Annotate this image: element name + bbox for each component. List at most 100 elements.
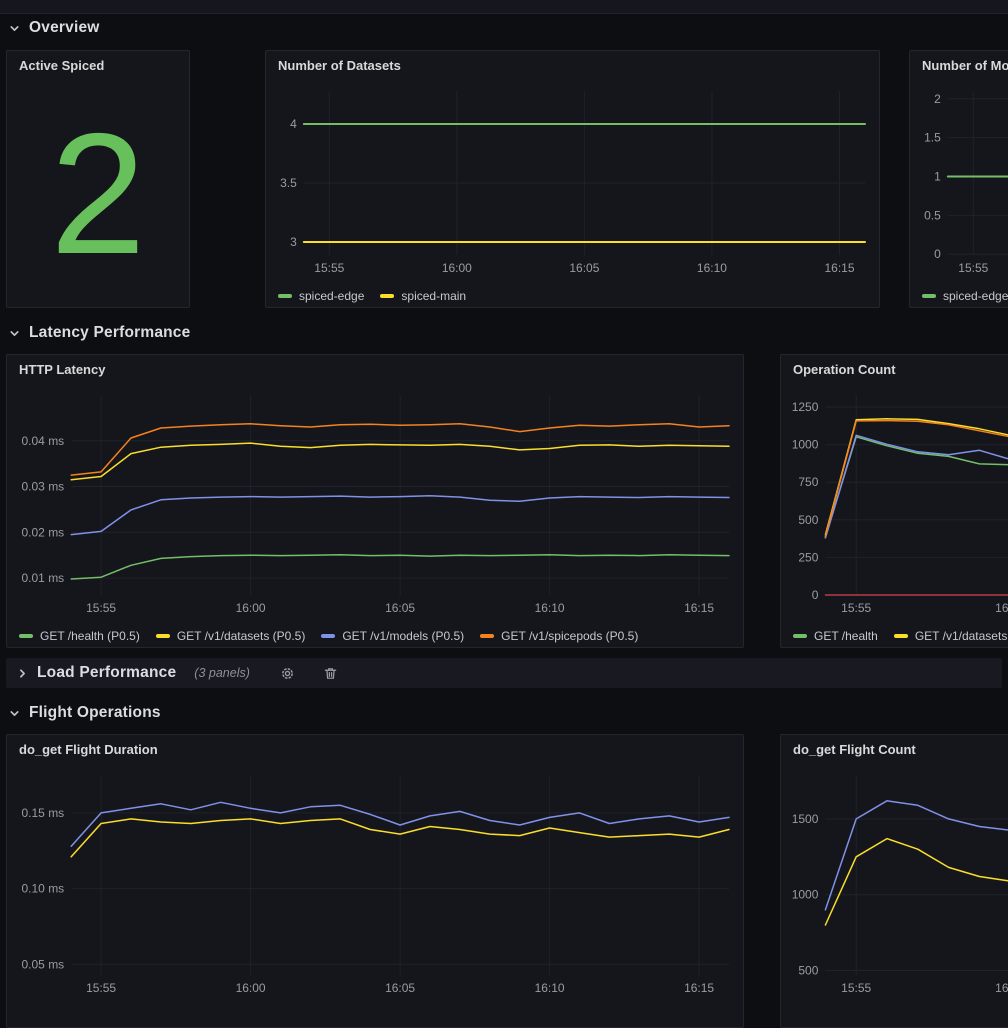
datasets-chart[interactable]: 15:5516:0016:0516:1016:1533.54 [266,81,879,281]
svg-text:1500: 1500 [792,812,819,826]
legend-item[interactable]: spiced-main [380,289,466,303]
svg-text:16:00: 16:00 [442,261,472,275]
legend-series-label: GET /v1/datasets [915,629,1008,643]
svg-text:0.15 ms: 0.15 ms [22,806,65,820]
chevron-down-icon [8,327,21,340]
legend-item[interactable]: GET /health (P0.5) [19,629,140,643]
chevron-right-icon [16,667,29,680]
svg-text:500: 500 [798,963,818,977]
legend-series-label: GET /health (P0.5) [40,629,140,643]
legend-series-label: spiced-edge [943,289,1008,303]
svg-text:1000: 1000 [792,888,819,902]
legend-series-chip [321,634,335,638]
legend-item[interactable]: GET /v1/datasets [894,629,1008,643]
legend-series-chip [156,634,170,638]
legend: spiced-edge spiced-main [266,281,879,307]
panel-active-spiced: Active Spiced 2 [6,50,190,308]
svg-text:15:55: 15:55 [86,601,116,615]
panel-title[interactable]: Operation Count [781,355,1008,385]
trash-icon[interactable] [323,666,338,681]
svg-text:16:10: 16:10 [535,981,565,995]
models-chart[interactable]: 15:5516:0016:0516:1016:1500.511.52 [910,81,1008,281]
svg-text:0.01 ms: 0.01 ms [22,571,65,585]
legend-item[interactable]: spiced-edge [278,289,364,303]
legend [7,1001,743,1027]
legend-series-label: GET /v1/datasets (P0.5) [177,629,306,643]
svg-text:2: 2 [934,92,941,106]
legend-item[interactable]: GET /v1/datasets (P0.5) [156,629,306,643]
legend-series-label: spiced-main [401,289,466,303]
section-header-latency-performance[interactable]: Latency Performance [8,321,190,345]
svg-text:16:15: 16:15 [684,981,714,995]
svg-text:1000: 1000 [792,438,819,452]
legend: GET /health GET /v1/datasets [781,621,1008,647]
legend-series-label: GET /v1/spicepods (P0.5) [501,629,638,643]
legend: spiced-edge [910,281,1008,307]
svg-text:1: 1 [934,169,941,183]
section-header-flight-operations[interactable]: Flight Operations [8,701,161,725]
panel-number-of-models: Number of Models 15:5516:0016:0516:1016:… [909,50,1008,308]
svg-text:16:00: 16:00 [236,601,266,615]
svg-text:500: 500 [798,513,818,527]
svg-text:16:10: 16:10 [535,601,565,615]
svg-text:16:05: 16:05 [569,261,599,275]
stat-value: 2 [50,108,146,280]
panel-http-latency: HTTP Latency 15:5516:0016:0516:1016:150.… [6,354,744,648]
stat-wrap: 2 [7,81,189,307]
flight-duration-chart[interactable]: 15:5516:0016:0516:1016:150.05 ms0.10 ms0… [7,765,743,1001]
legend-item[interactable]: GET /health [793,629,878,643]
svg-text:15:55: 15:55 [841,981,871,995]
panel-title[interactable]: HTTP Latency [7,355,743,385]
legend-series-label: GET /v1/models (P0.5) [342,629,464,643]
svg-text:15:55: 15:55 [841,601,871,615]
legend-item[interactable]: GET /v1/spicepods (P0.5) [480,629,638,643]
flight-count-chart[interactable]: 15:5516:0016:0516:1016:1550010001500 [781,765,1008,1001]
panel-title[interactable]: do_get Flight Duration [7,735,743,765]
svg-text:16:05: 16:05 [385,601,415,615]
svg-text:0: 0 [934,247,941,261]
panel-title[interactable]: Number of Models [910,51,1008,81]
svg-text:0.05 ms: 0.05 ms [22,957,65,971]
svg-text:750: 750 [798,475,818,489]
section-title: Latency Performance [29,324,190,342]
legend-series-chip [480,634,494,638]
svg-text:0.04 ms: 0.04 ms [22,434,65,448]
panel-do-get-flight-count: do_get Flight Count 15:5516:0016:0516:10… [780,734,1008,1028]
panel-title[interactable]: Number of Datasets [266,51,879,81]
svg-text:0.5: 0.5 [924,208,941,222]
chevron-down-icon [8,22,21,35]
panel-number-of-datasets: Number of Datasets 15:5516:0016:0516:101… [265,50,880,308]
legend-item[interactable]: GET /v1/models (P0.5) [321,629,464,643]
section-header-overview[interactable]: Overview [8,16,100,40]
svg-text:0: 0 [812,588,819,602]
svg-text:4: 4 [290,117,297,131]
legend-item[interactable]: spiced-edge [922,289,1008,303]
legend-series-chip [19,634,33,638]
legend-series-label: GET /health [814,629,878,643]
panels-count: (3 panels) [194,666,250,680]
section-title: Flight Operations [29,704,161,722]
svg-text:3: 3 [290,235,297,249]
svg-text:15:55: 15:55 [86,981,116,995]
panel-title[interactable]: do_get Flight Count [781,735,1008,765]
svg-text:15:55: 15:55 [958,261,988,275]
svg-text:3.5: 3.5 [280,176,297,190]
legend-series-chip [380,294,394,298]
http-latency-chart[interactable]: 15:5516:0016:0516:1016:150.01 ms0.02 ms0… [7,385,743,621]
svg-text:16:10: 16:10 [697,261,727,275]
top-toolbar [0,0,1008,14]
panel-title[interactable]: Active Spiced [7,51,189,81]
svg-text:15:55: 15:55 [314,261,344,275]
gear-icon[interactable] [280,666,295,681]
operation-count-chart[interactable]: 15:5516:0016:0516:1016:15025050075010001… [781,385,1008,621]
svg-text:16:00: 16:00 [236,981,266,995]
legend-series-chip [278,294,292,298]
legend [781,1001,1008,1027]
svg-text:16:00: 16:00 [995,981,1008,995]
section-header-load-performance[interactable]: Load Performance (3 panels) [6,658,1002,688]
legend-series-chip [793,634,807,638]
svg-text:0.02 ms: 0.02 ms [22,525,65,539]
svg-text:1250: 1250 [792,400,819,414]
svg-text:16:05: 16:05 [385,981,415,995]
svg-text:16:00: 16:00 [995,601,1008,615]
